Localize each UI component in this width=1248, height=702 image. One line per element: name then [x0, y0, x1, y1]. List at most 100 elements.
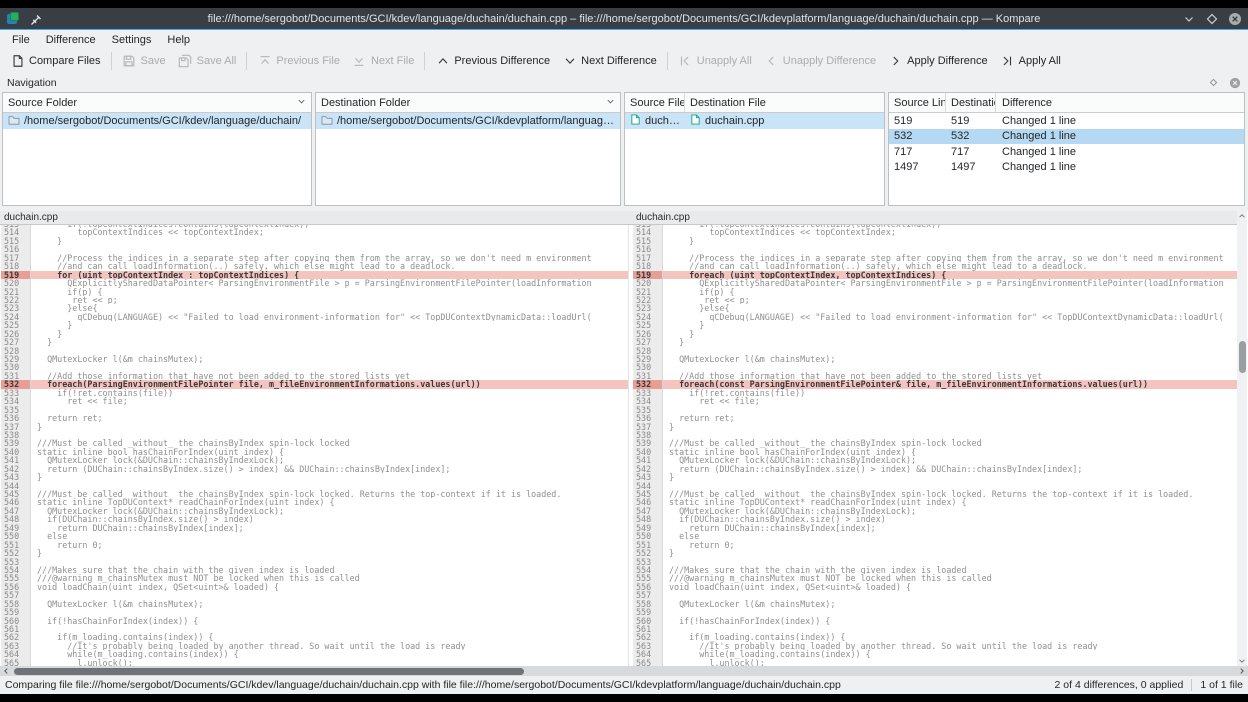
chevron-left-bar-icon [678, 54, 693, 69]
horizontal-scrollbar-thumb[interactable] [14, 668, 524, 675]
compare-files-icon [10, 54, 25, 69]
destination-folder-row[interactable]: /home/sergobot/Documents/GCI/kdevplatfor… [316, 113, 620, 129]
line-text: if(!hasChainForIndex(index)) { [663, 617, 1237, 625]
line-text: return (DUChain::chainsByIndex.size() > … [31, 465, 628, 473]
code-line-542: 542 return (DUChain::chainsByIndex.size(… [633, 465, 1237, 473]
difference-list-row[interactable]: 519519Changed 1 line [889, 113, 1244, 129]
scroll-down-icon[interactable] [1237, 656, 1247, 666]
close-icon[interactable] [1228, 76, 1241, 89]
line-text: ///@warning m_chainsMutex must NOT be lo… [663, 574, 1237, 582]
float-icon[interactable] [1207, 76, 1220, 89]
scroll-up-icon[interactable] [1237, 211, 1247, 221]
next-difference-button[interactable]: Next Difference [556, 51, 663, 72]
menu-difference[interactable]: Difference [38, 33, 104, 47]
code-line-561: 561 [1, 625, 628, 633]
scroll-left-icon[interactable] [1, 666, 11, 676]
line-text [663, 406, 1237, 414]
difference-list-row[interactable]: 532532Changed 1 line [889, 129, 1244, 145]
line-text: ret << p; [663, 296, 1237, 304]
vertical-scrollbar-thumb[interactable] [1239, 341, 1246, 373]
line-text: if(!ret.contains(file)) [663, 389, 1237, 397]
code-line-558: 558 QMutexLocker l(&m_chainsMutex); [1, 600, 628, 608]
line-text: void loadChain(uint index, QSet<uint>& l… [663, 583, 1237, 591]
code-line-536: 536 return ret; [633, 414, 1237, 422]
line-text [663, 591, 1237, 599]
line-text: ///Must be called _without_ the chainsBy… [31, 490, 628, 498]
line-text: for (uint topContextIndex : topContextIn… [31, 271, 628, 279]
changed-code-line-519[interactable]: 519 foreach (uint topContextIndex, topCo… [633, 271, 1237, 279]
code-line-540: 540static inline bool hasChainForIndex(u… [633, 448, 1237, 456]
code-line-534: 534 ret << file; [1, 397, 628, 405]
destination-file-header[interactable]: Destination File [685, 93, 884, 112]
source-file-header[interactable]: Source File [625, 93, 685, 112]
menu-help[interactable]: Help [159, 33, 198, 47]
changed-code-line-519[interactable]: 519 for (uint topContextIndex : topConte… [1, 271, 628, 279]
navigation-views: Source Folder /home/sergobot/Documents/G… [0, 92, 1248, 210]
minimize-icon[interactable] [1182, 12, 1196, 26]
line-text [31, 591, 628, 599]
vertical-scrollbar[interactable] [1237, 211, 1247, 666]
line-text: } [31, 338, 628, 346]
code-line-552: 552} [633, 549, 1237, 557]
horizontal-scrollbar[interactable] [0, 666, 1248, 676]
code-line-559: 559 [1, 608, 628, 616]
difference-list-row[interactable]: 14971497Changed 1 line [889, 160, 1244, 176]
destination-folder-path: /home/sergobot/Documents/GCI/kdevplatfor… [337, 115, 620, 127]
apply-difference-button[interactable]: Apply Difference [882, 51, 994, 72]
line-text: return 0; [31, 541, 628, 549]
changed-code-line-532[interactable]: 532 foreach(const ParsingEnvironmentFile… [633, 380, 1237, 388]
line-text [663, 482, 1237, 490]
apply-all-button[interactable]: Apply All [994, 51, 1067, 72]
line-text: //Process the indices in a separate step… [31, 254, 628, 262]
scroll-right-icon[interactable] [1237, 666, 1247, 676]
code-line-556: 556void loadChain(uint index, QSet<uint>… [633, 583, 1237, 591]
save-icon [122, 54, 137, 69]
code-line-546: 546static inline TopDUContext* readChain… [633, 498, 1237, 506]
cpp-file-icon [630, 114, 641, 128]
code-line-544: 544 [633, 482, 1237, 490]
code-line-520: 520 QExplicitlySharedDataPointer< Parsin… [1, 279, 628, 287]
line-text: static inline bool hasChainForIndex(uint… [31, 448, 628, 456]
save-all-icon [178, 54, 193, 69]
destination-line-header[interactable]: Destination Line [946, 93, 996, 112]
code-line-562: 562 if(m_loading.contains(index)) { [633, 633, 1237, 641]
difference-header[interactable]: Difference [996, 93, 1244, 112]
file-row[interactable]: duchain.cpp duchain.cpp [625, 113, 884, 129]
code-line-515: 515 } [633, 237, 1237, 245]
difference-list-row[interactable]: 717717Changed 1 line [889, 144, 1244, 160]
source-line-header[interactable]: Source Line [889, 93, 946, 112]
maximize-icon[interactable] [1205, 12, 1219, 26]
code-line-538: 538 [633, 431, 1237, 439]
destination-code-pane: 513 if(!topContextIndices.contains(topCo… [633, 225, 1237, 666]
cpp-file-icon [690, 114, 701, 128]
menu-settings[interactable]: Settings [104, 33, 160, 47]
line-text: foreach (uint topContextIndex, topContex… [663, 271, 1237, 279]
line-text [663, 347, 1237, 355]
code-line-528: 528 [633, 347, 1237, 355]
close-icon[interactable] [1228, 12, 1242, 26]
code-line-560: 560 if(!hasChainForIndex(index)) { [1, 617, 628, 625]
source-folder-header[interactable]: Source Folder [3, 93, 311, 112]
code-line-522: 522 ret << p; [1, 296, 628, 304]
source-folder-row[interactable]: /home/sergobot/Documents/GCI/kdev/langua… [3, 113, 311, 129]
code-line-541: 541 QMutexLocker lock(&DUChain::chainsBy… [1, 456, 628, 464]
changed-code-line-532[interactable]: 532 foreach(ParsingEnvironmentFilePointe… [1, 380, 628, 388]
previous-difference-button[interactable]: Previous Difference [429, 51, 556, 72]
code-line-525: 525 } [1, 321, 628, 329]
destination-folder-header[interactable]: Destination Folder [316, 93, 620, 112]
destination-folder-view: Destination Folder /home/sergobot/Docume… [315, 92, 621, 206]
code-line-526: 526 } [633, 330, 1237, 338]
line-text: return DUChain::chainsByIndex[index]; [31, 524, 628, 532]
line-text: }else{ [663, 304, 1237, 312]
line-text: static inline TopDUContext* readChainFor… [663, 498, 1237, 506]
toolbar-separator [246, 52, 247, 70]
line-text: //Add those information that have not be… [663, 372, 1237, 380]
menu-file[interactable]: File [4, 33, 38, 47]
save-button: Save [116, 51, 172, 72]
navigation-panel-title: Navigation [7, 77, 57, 89]
toolbar-button-label: Previous Difference [454, 55, 550, 67]
compare-files-button[interactable]: Compare Files [4, 51, 107, 72]
line-text [31, 406, 628, 414]
line-text: return ret; [31, 414, 628, 422]
code-line-520: 520 QExplicitlySharedDataPointer< Parsin… [633, 279, 1237, 287]
